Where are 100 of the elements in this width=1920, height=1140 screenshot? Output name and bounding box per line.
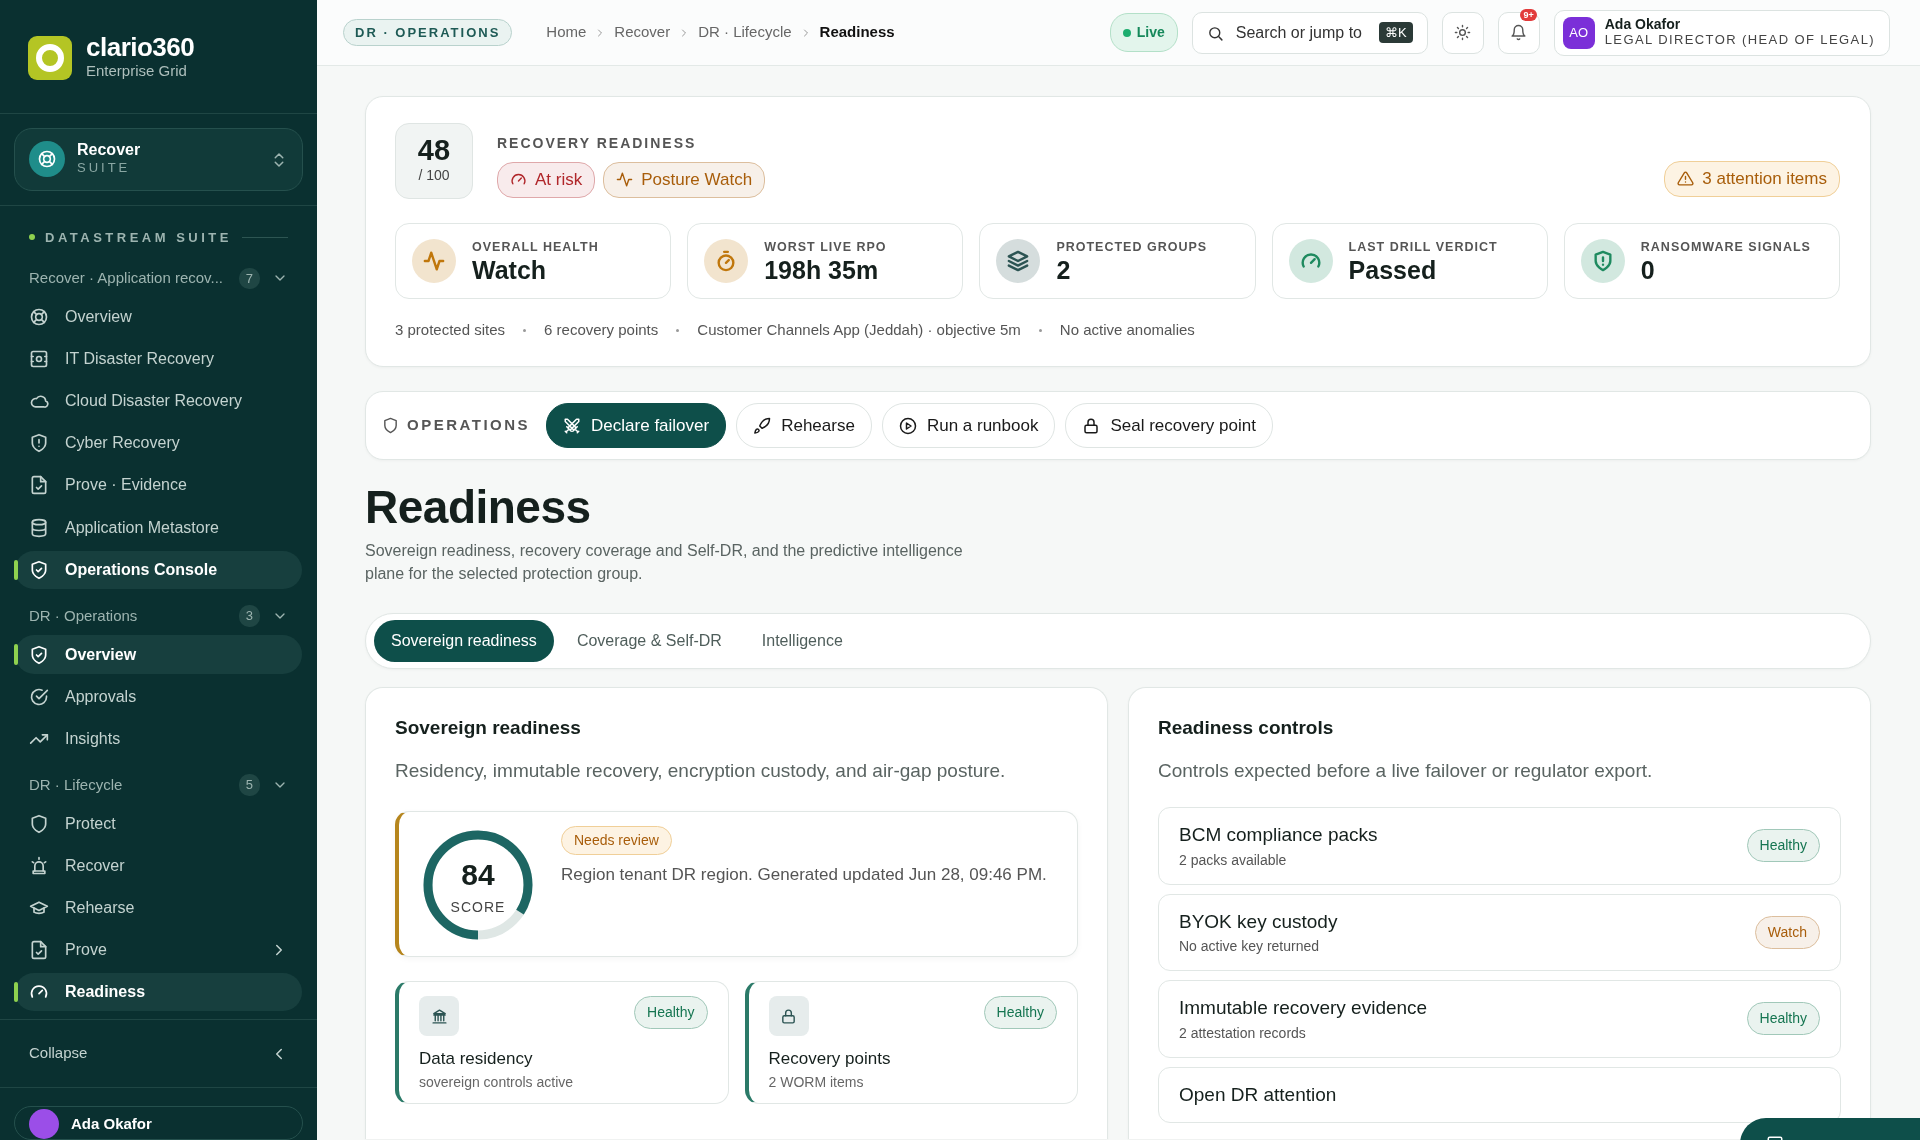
nav-group-header[interactable]: Recover · Application recov... 7 bbox=[0, 253, 317, 296]
user-name: Ada Okafor bbox=[1604, 17, 1682, 33]
breadcrumb-link[interactable]: DR · Lifecycle bbox=[698, 21, 792, 44]
fact-text: 6 recovery points bbox=[544, 320, 659, 341]
live-indicator: Live bbox=[1109, 13, 1178, 52]
sun-icon bbox=[1454, 24, 1472, 41]
user-menu[interactable]: AO Ada Okafor LEGAL DIRECTOR (HEAD OF LEGAL) bbox=[1553, 9, 1890, 56]
sidebar-item[interactable]: Application Metastore bbox=[15, 508, 302, 547]
shield-check-icon bbox=[29, 644, 49, 665]
context-badge: DR · OPERATIONS bbox=[343, 18, 513, 47]
sidebar-item[interactable]: Prove bbox=[15, 931, 302, 970]
separator-dot bbox=[523, 329, 527, 332]
bank-icon bbox=[430, 1007, 448, 1025]
sidebar-item[interactable]: Insights bbox=[15, 719, 302, 758]
notification-badge: 9+ bbox=[1520, 8, 1537, 22]
kpi-card: RANSOMWARE SIGNALS 0 bbox=[1563, 223, 1840, 300]
tab[interactable]: Intelligence bbox=[744, 620, 860, 663]
file-check-icon bbox=[29, 940, 49, 961]
brand-subtitle: Enterprise Grid bbox=[86, 61, 188, 81]
search-field[interactable]: Search or jump to ⌘K bbox=[1191, 11, 1428, 54]
separator-dot bbox=[676, 329, 680, 332]
nav-group-header[interactable]: DR · Operations 3 bbox=[0, 590, 317, 634]
rocket-icon bbox=[753, 416, 772, 435]
avatar bbox=[29, 1108, 59, 1139]
control-row: Immutable recovery evidence 2 attestation records Healthy bbox=[1158, 980, 1841, 1058]
lifebuoy-icon bbox=[29, 306, 49, 327]
sidebar-item[interactable]: Readiness bbox=[15, 973, 302, 1012]
search-input[interactable]: Search or jump to bbox=[1233, 19, 1370, 46]
overline-label: RECOVERY READINESS bbox=[497, 134, 698, 153]
kpi-card: OVERALL HEALTH Watch bbox=[395, 223, 672, 300]
breadcrumb-link[interactable]: Recover bbox=[614, 21, 671, 44]
page-title: Readiness bbox=[365, 482, 592, 533]
check-circle-icon bbox=[29, 686, 49, 707]
action-button[interactable]: Run a runbook bbox=[881, 402, 1056, 449]
sidebar-item[interactable]: Recover bbox=[15, 846, 302, 885]
sidebar-item[interactable]: IT Disaster Recovery bbox=[15, 339, 302, 378]
page-description: Sovereign readiness, recovery coverage and Self-DR, and the predictive intelligence plane for the selected protection group. bbox=[365, 540, 964, 585]
kpi-card: LAST DRILL VERDICT Passed bbox=[1271, 223, 1548, 300]
status-dot bbox=[29, 234, 35, 241]
separator-dot bbox=[1038, 329, 1042, 332]
avatar: AO bbox=[1562, 16, 1595, 49]
lock-icon bbox=[1082, 416, 1101, 435]
control-row: BYOK key custody No active key returned Watch bbox=[1158, 893, 1841, 972]
score-value: 84 bbox=[461, 857, 495, 894]
search-icon bbox=[1206, 24, 1224, 42]
action-button[interactable]: Seal recovery point bbox=[1065, 402, 1273, 449]
sidebar-item[interactable]: Prove · Evidence bbox=[15, 466, 302, 505]
sidebar-item[interactable]: Operations Console bbox=[15, 550, 302, 589]
action-button[interactable]: Rehearse bbox=[736, 402, 872, 449]
crossed-arrows-icon bbox=[563, 416, 582, 435]
collapse-button[interactable]: Collapse bbox=[0, 1019, 317, 1088]
section-label: DATASTREAM SUITE bbox=[45, 228, 232, 247]
shield-alert-icon bbox=[29, 433, 49, 454]
status-badge: Needs review bbox=[561, 826, 672, 856]
status-badge: Healthy bbox=[634, 996, 708, 1030]
sidebar-item[interactable]: Overview bbox=[15, 635, 302, 674]
user-role: LEGAL DIRECTOR (HEAD OF LEGAL) bbox=[1604, 32, 1875, 48]
file-check-icon bbox=[29, 475, 49, 496]
tab[interactable]: Coverage & Self-DR bbox=[559, 620, 739, 663]
brand-logo bbox=[28, 36, 72, 81]
attention-badge[interactable]: 3 attention items bbox=[1664, 161, 1840, 197]
theme-toggle-button[interactable] bbox=[1441, 11, 1484, 54]
score-label: SCORE bbox=[450, 898, 506, 918]
sidebar-item[interactable]: Overview bbox=[15, 297, 302, 336]
card-title: Readiness controls bbox=[1158, 716, 1335, 741]
sidebar-item[interactable]: Cloud Disaster Recovery bbox=[15, 381, 302, 421]
kpi-card: PROTECTED GROUPS 2 bbox=[979, 223, 1256, 300]
database-icon bbox=[29, 517, 49, 538]
section-label: OPERATIONS bbox=[407, 415, 531, 436]
sidebar-item[interactable]: Rehearse bbox=[15, 888, 302, 928]
fact-text: 3 protected sites bbox=[395, 320, 506, 341]
warning-icon bbox=[1677, 170, 1695, 188]
status-badge: Healthy bbox=[983, 996, 1057, 1030]
shield-icon bbox=[29, 813, 49, 834]
notifications-button[interactable]: 9+ bbox=[1497, 11, 1540, 54]
sidebar-item[interactable]: Cyber Recovery bbox=[15, 424, 302, 463]
nav-group-header[interactable]: DR · Lifecycle 5 bbox=[0, 759, 317, 803]
play-circle-icon bbox=[898, 416, 917, 435]
status-badge: Healthy bbox=[1746, 1002, 1820, 1036]
fact-text: Customer Channels App (Jeddah) · objective 5m bbox=[697, 320, 1021, 341]
control-title: Recovery points bbox=[768, 1048, 892, 1071]
suite-switcher[interactable]: Recover SUITE bbox=[14, 127, 303, 191]
tab[interactable]: Sovereign readiness bbox=[374, 620, 554, 663]
bell-icon bbox=[1510, 24, 1528, 41]
brand-name: clario360 bbox=[86, 34, 195, 60]
kpi-card: WORST LIVE RPO 198h 35m bbox=[687, 223, 964, 300]
score-tile: 48 / 100 bbox=[395, 123, 473, 199]
sidebar-item[interactable]: Protect bbox=[15, 804, 302, 843]
card-title: Sovereign readiness bbox=[395, 716, 582, 741]
card-subtitle: Residency, immutable recovery, encryption custody, and air-gap posture. bbox=[395, 758, 1007, 783]
count-badge: 7 bbox=[238, 267, 260, 290]
status-badge: At risk bbox=[497, 162, 596, 198]
sidebar-item[interactable]: Approvals bbox=[15, 677, 302, 716]
breadcrumb-link[interactable]: Home bbox=[546, 21, 587, 44]
control-detail: 2 WORM items bbox=[768, 1072, 865, 1092]
action-button[interactable]: Declare failover bbox=[546, 402, 727, 449]
lock-icon bbox=[780, 1007, 797, 1025]
lifebuoy-icon bbox=[29, 141, 65, 178]
shortcut-badge: ⌘K bbox=[1379, 21, 1413, 44]
score-description: Region tenant DR region. Generated updated Jun 28, 09:46 PM. bbox=[561, 864, 1047, 887]
